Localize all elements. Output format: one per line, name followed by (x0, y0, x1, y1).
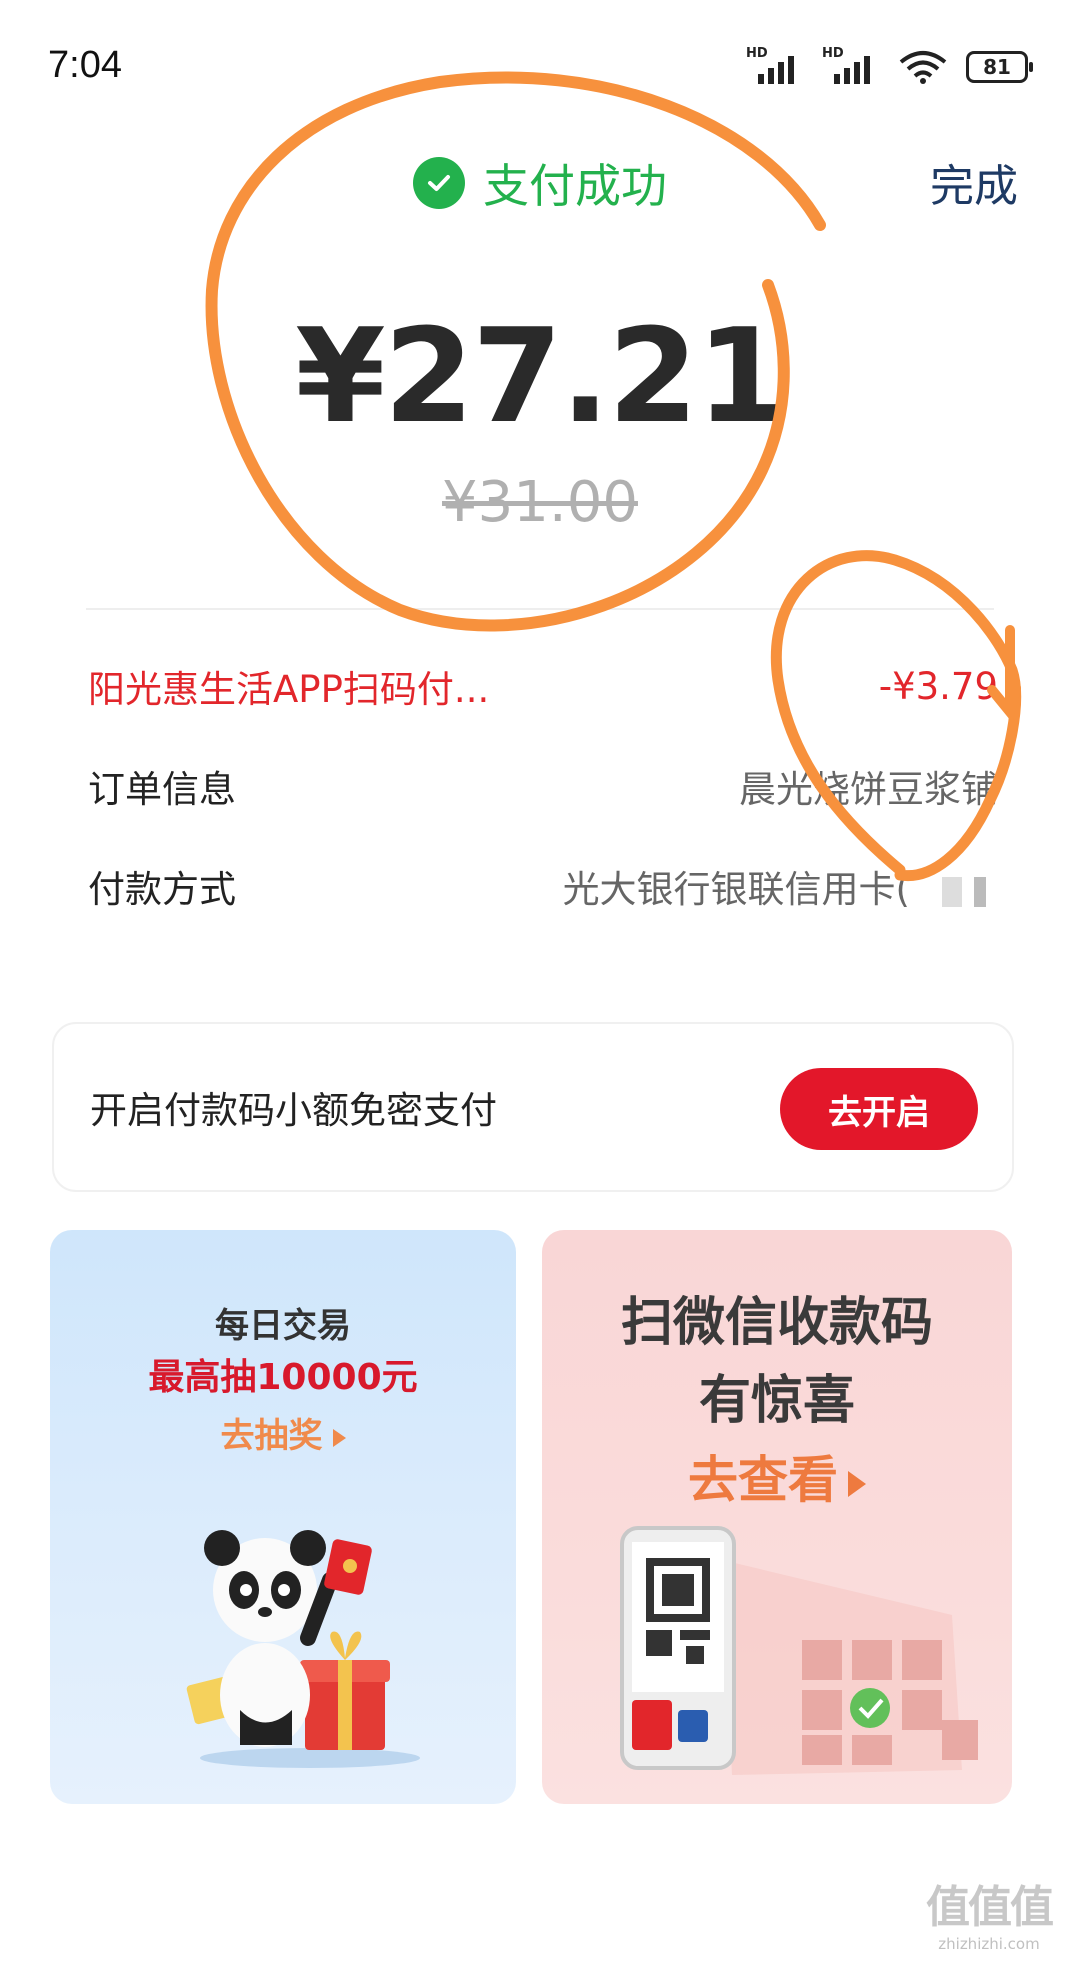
lottery-cta-label: 去抽奖 (220, 1416, 323, 1456)
payment-status-text: 支付成功 (483, 159, 667, 213)
original-amount: ¥31.00 (442, 470, 638, 535)
small-pay-banner: 开启付款码小额免密支付 去开启 (52, 1022, 1014, 1192)
lottery-promo-card[interactable]: 每日交易 最高抽10000元 去抽奖 (50, 1230, 516, 1804)
signal-icon-sim2: HD (822, 46, 880, 84)
discount-value: -¥3.79 (878, 664, 998, 708)
status-bar: 7:04 HD HD 81 (0, 0, 1080, 130)
payment-status: 支付成功 (0, 150, 1080, 216)
wifi-icon (899, 51, 947, 84)
wechat-promo-line1: 扫微信收款码 (620, 1293, 933, 1353)
play-arrow-icon (332, 1428, 346, 1447)
battery-icon: 81 (966, 51, 1033, 83)
watermark: 值值值 zhizhizhi.com (914, 1871, 1064, 1953)
signal-icon-sim1: HD (746, 46, 804, 84)
discount-row: 阳光惠生活APP扫码付... -¥3.79 (88, 656, 998, 716)
wechat-promo-cta-label: 去查看 (688, 1451, 838, 1509)
masked-card-number (918, 876, 998, 907)
done-button[interactable]: 完成 (930, 150, 1018, 214)
check-circle-icon (413, 157, 465, 209)
lottery-line1: 每日交易 (215, 1306, 351, 1346)
wechat-promo-cta[interactable]: 去查看 (542, 1440, 1012, 1512)
panda-mascot-illustration (186, 1530, 420, 1768)
card-name: 光大银行银联信用卡( (562, 868, 910, 911)
wechat-promo-line2: 有惊喜 (698, 1371, 855, 1431)
status-icons: HD HD 81 (746, 46, 1033, 84)
paid-amount: ¥27.21 (295, 300, 787, 452)
merchant-name: 晨光烧饼豆浆铺 (739, 768, 998, 811)
payment-method-label: 付款方式 (88, 868, 236, 911)
wechat-qr-promo-card[interactable]: 扫微信收款码 有惊喜 去查看 (542, 1230, 1012, 1804)
enable-button[interactable]: 去开启 (780, 1068, 978, 1150)
watermark-url: zhizhizhi.com (938, 1935, 1040, 1953)
order-info-row[interactable]: 订单信息 晨光烧饼豆浆铺 (88, 756, 998, 816)
payment-success-screen: 7:04 HD HD 81 支付成功 完成 ¥27.21 ¥31.00 阳光惠生… (0, 0, 1080, 1973)
lottery-line2: 最高抽10000元 (148, 1357, 418, 1398)
phone-scanning-qr-illustration (620, 1526, 978, 1775)
small-pay-text: 开启付款码小额免密支付 (90, 1089, 497, 1132)
watermark-logo: 值值值 (926, 1882, 1054, 1933)
play-arrow-icon (848, 1470, 866, 1497)
payment-method-value: 光大银行银联信用卡( (563, 859, 998, 913)
discount-label: 阳光惠生活APP扫码付... (88, 668, 490, 711)
status-time: 7:04 (48, 44, 122, 86)
divider (86, 608, 994, 610)
battery-level: 81 (983, 55, 1011, 79)
payment-method-row: 付款方式 光大银行银联信用卡( (88, 856, 998, 916)
order-info-label: 订单信息 (88, 768, 236, 811)
lottery-cta[interactable]: 去抽奖 (50, 1408, 516, 1457)
